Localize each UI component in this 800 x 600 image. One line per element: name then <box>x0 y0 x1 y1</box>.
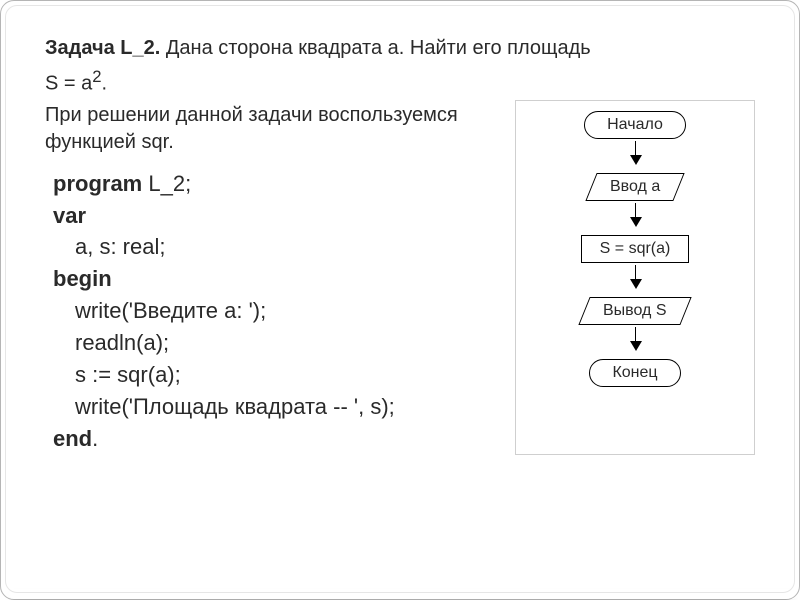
code-line-9-tail: . <box>92 426 98 451</box>
subtext-line2-tail: . <box>168 131 174 153</box>
slide: Задача L_2. Дана сторона квадрата a. Най… <box>0 0 800 600</box>
problem-label: Задача L_2. <box>45 37 160 59</box>
flowchart-output: Вывод S <box>579 297 692 325</box>
code-line-5-text: write('Введите a: '); <box>53 295 515 327</box>
subtext-line2-prefix: функцией <box>45 131 142 153</box>
problem-heading: Задача L_2. Дана сторона квадрата a. Най… <box>45 35 755 62</box>
code-line-3-text: a, s: real; <box>53 231 515 263</box>
code-line-4: begin <box>53 263 515 295</box>
slide-shadow <box>9 589 797 599</box>
kw-end: end <box>53 426 92 451</box>
code-line-9: end. <box>53 423 515 455</box>
code-line-3: a, s: real; <box>53 231 515 263</box>
code-line-5: write('Введите a: '); <box>53 295 515 327</box>
code-line-6-text: readln(a); <box>53 327 515 359</box>
flowchart-start: Начало <box>584 111 686 139</box>
flowchart-input: Ввод a <box>585 173 685 201</box>
code-line-7-text: s := sqr(a); <box>53 359 515 391</box>
flowchart-output-label: Вывод S <box>603 302 667 320</box>
kw-begin: begin <box>53 266 112 291</box>
code-line-8-text: write('Площадь квадрата -- ', s); <box>53 391 515 423</box>
code-line-2: var <box>53 200 515 232</box>
flowchart-end: Конец <box>589 359 680 387</box>
subtext-line2-bold: sqr <box>142 131 169 153</box>
problem-formula-tail: . <box>102 73 108 95</box>
code-line-8: write('Площадь квадрата -- ', s); <box>53 391 515 423</box>
problem-formula-line: S = a2. <box>45 66 755 98</box>
problem-formula-sup: 2 <box>92 67 101 86</box>
kw-var: var <box>53 203 86 228</box>
code-line-1-rest: L_2; <box>142 171 191 196</box>
code-block: program L_2; var a, s: real; begin write… <box>45 168 515 455</box>
code-line-1: program L_2; <box>53 168 515 200</box>
flowchart-input-label: Ввод a <box>610 178 660 196</box>
flowchart-process: S = sqr(a) <box>581 235 690 263</box>
problem-statement: Дана сторона квадрата a. Найти его площа… <box>160 37 590 59</box>
problem-formula: S = a <box>45 73 92 95</box>
code-line-6: readln(a); <box>53 327 515 359</box>
flowchart: Начало Ввод a S = sqr(a) Вывод S Конец <box>515 100 755 455</box>
content-row: program L_2; var a, s: real; begin write… <box>45 168 755 455</box>
kw-program: program <box>53 171 142 196</box>
code-line-7: s := sqr(a); <box>53 359 515 391</box>
